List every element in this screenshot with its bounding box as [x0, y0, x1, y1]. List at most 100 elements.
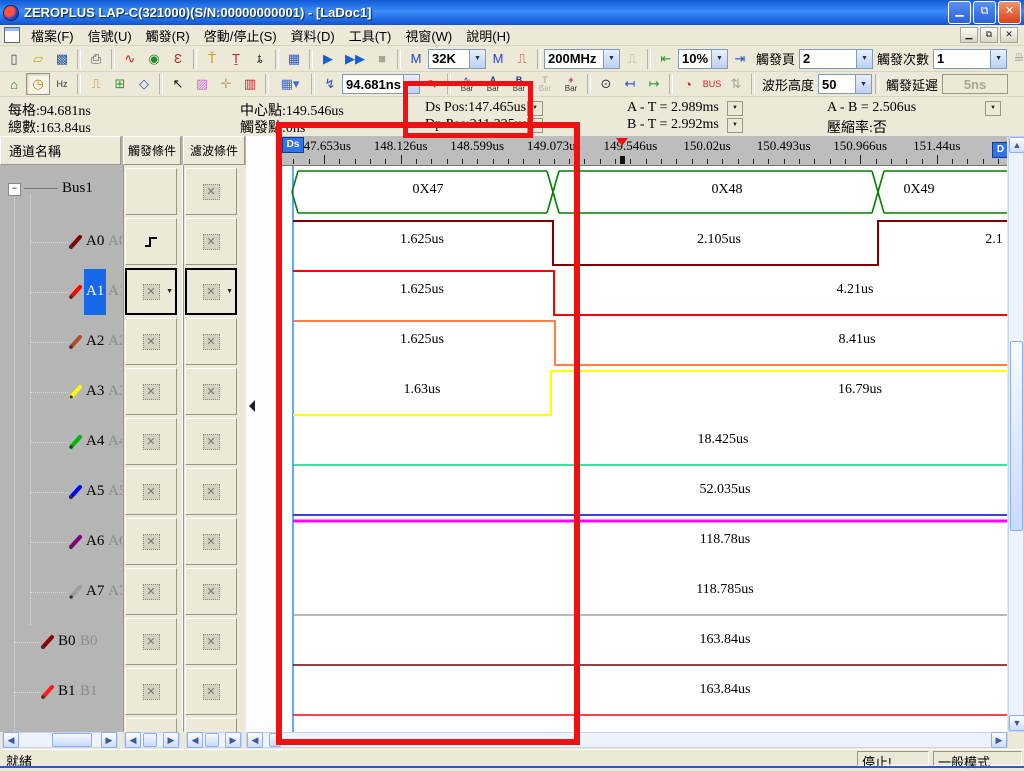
- dp-flag-icon[interactable]: D: [992, 142, 1007, 158]
- scroll-right-icon[interactable]: ▶: [101, 732, 117, 748]
- channel-row-bus1[interactable]: − Bus1: [0, 167, 122, 217]
- trigger-count-combo[interactable]: 1▼: [933, 49, 1007, 69]
- zoom-tool-button[interactable]: ↯: [318, 73, 342, 95]
- trigger-condition-cell-a2[interactable]: ✕: [125, 318, 177, 365]
- channel-row-a3[interactable]: A3A3: [0, 367, 122, 417]
- scroll-left-icon[interactable]: ◀: [187, 732, 203, 748]
- chevron-down-icon[interactable]: ▼: [166, 288, 173, 295]
- compression-button[interactable]: ▦: [282, 48, 306, 70]
- home-button[interactable]: ⌂: [2, 73, 26, 95]
- close-button[interactable]: ✕: [998, 1, 1021, 24]
- scroll-up-icon[interactable]: ▲: [1009, 137, 1024, 153]
- trigger-condition-cell-a0[interactable]: [125, 218, 177, 265]
- repeat-run-button[interactable]: ▶▶: [340, 48, 370, 70]
- chevron-down-icon[interactable]: ▼: [990, 50, 1006, 68]
- chevron-down-icon[interactable]: ▼: [856, 50, 872, 68]
- filter-condition-cell-b1[interactable]: ✕: [185, 668, 237, 715]
- filter-condition-cell-extra[interactable]: [185, 718, 237, 732]
- menu-item-0[interactable]: 檔案(F): [24, 24, 81, 47]
- channel-name-label[interactable]: A7: [86, 583, 104, 600]
- menu-item-6[interactable]: 視窗(W): [398, 24, 459, 47]
- navigator-window-button[interactable]: ◇: [132, 73, 156, 95]
- channel-row-a2[interactable]: A2A2: [0, 317, 122, 367]
- a-b-dropdown[interactable]: ▼: [985, 101, 1001, 116]
- square-wave-button[interactable]: ⎍: [510, 48, 534, 70]
- bus-name-label[interactable]: Bus1: [62, 180, 93, 197]
- new-file-button[interactable]: ▯: [2, 48, 26, 70]
- channel-name-label[interactable]: A5: [86, 483, 104, 500]
- channel-row-a4[interactable]: A4A4: [0, 417, 122, 467]
- chevron-down-icon[interactable]: ▼: [226, 288, 233, 295]
- noise-filter-setup-button[interactable]: ◉: [142, 48, 166, 70]
- a-t-dropdown[interactable]: ▼: [727, 101, 743, 116]
- note-cursor-button[interactable]: ▨: [190, 73, 214, 95]
- filter-condition-cell-a6[interactable]: ✕: [185, 518, 237, 565]
- trigger-condition-cell-a3[interactable]: ✕: [125, 368, 177, 415]
- trigger-mark-yellow-button[interactable]: Ť: [200, 48, 224, 70]
- tree-collapse-icon[interactable]: −: [8, 183, 21, 196]
- scroll-right-icon[interactable]: ▶: [225, 732, 241, 748]
- scroll-thumb[interactable]: [205, 733, 219, 747]
- trigger-condition-cell-extra[interactable]: [125, 718, 177, 732]
- time-display-button[interactable]: ◷: [26, 73, 50, 95]
- panel-splitter-gutter[interactable]: [246, 136, 279, 732]
- mdi-restore-button[interactable]: ⧉: [980, 27, 998, 43]
- channel-name-label[interactable]: B1: [58, 683, 76, 700]
- menu-item-3[interactable]: 啓動/停止(S): [197, 24, 284, 47]
- mdi-minimize-button[interactable]: ▁: [960, 27, 978, 43]
- scroll-thumb[interactable]: [143, 733, 157, 747]
- filter-condition-cell-a3[interactable]: ✕: [185, 368, 237, 415]
- scroll-thumb[interactable]: [52, 733, 92, 747]
- memory-page-next-button[interactable]: M: [486, 48, 510, 70]
- menu-item-5[interactable]: 工具(T): [342, 24, 399, 47]
- channel-row-a7[interactable]: A7A7: [0, 567, 122, 617]
- restore-button[interactable]: ⧉: [973, 1, 996, 24]
- goto-next-edge-button[interactable]: ↦: [642, 73, 666, 95]
- channel-name-label[interactable]: A4: [86, 433, 104, 450]
- scroll-down-icon[interactable]: ▼: [1009, 715, 1024, 731]
- trigger-condition-cell-a7[interactable]: ✕: [125, 568, 177, 615]
- open-file-button[interactable]: ▱: [26, 48, 50, 70]
- print-button[interactable]: ⎙: [84, 48, 108, 70]
- goto-previous-edge-button[interactable]: ↤: [618, 73, 642, 95]
- trigger-condition-cell-b1[interactable]: ✕: [125, 668, 177, 715]
- find-button[interactable]: ⊙: [594, 73, 618, 95]
- menu-item-4[interactable]: 資料(D): [284, 24, 342, 47]
- channel-row-a5[interactable]: A5A5: [0, 467, 122, 517]
- add-bar-button[interactable]: +Bar: [558, 73, 584, 95]
- chevron-down-icon[interactable]: ▼: [603, 50, 619, 68]
- save-button[interactable]: ▩: [50, 48, 74, 70]
- trigger-condition-cell-bus1[interactable]: [125, 168, 177, 215]
- trigger-mark-red-button[interactable]: Ṯ: [224, 48, 248, 70]
- trigger-condition-header[interactable]: 觸發條件: [123, 136, 181, 165]
- mdi-close-button[interactable]: ✕: [1000, 27, 1018, 43]
- acquisition-clock-button[interactable]: ◔: [676, 73, 700, 95]
- memory-page-prev-button[interactable]: M: [404, 48, 428, 70]
- sample-depth-combo[interactable]: 32K▼: [428, 49, 486, 69]
- pulse-width-trigger-button[interactable]: Ɛ: [166, 48, 190, 70]
- frequency-display-button[interactable]: Hz: [50, 73, 74, 95]
- scroll-right-icon[interactable]: ▶: [163, 732, 179, 748]
- channel-row-b1[interactable]: B1B1: [0, 667, 122, 717]
- menu-item-1[interactable]: 信號(U): [81, 24, 139, 47]
- waveform-window-button[interactable]: ⎍: [84, 73, 108, 95]
- listing-window-button[interactable]: ⊞: [108, 73, 132, 95]
- filter-condition-cell-a1[interactable]: ▼✕: [185, 268, 237, 315]
- channel-row-b0[interactable]: B0B0: [0, 617, 122, 667]
- channel-name-label[interactable]: A2: [86, 333, 104, 350]
- sampling-setup-button[interactable]: ∿: [118, 48, 142, 70]
- filter-column-scrollbar[interactable]: ◀ ▶: [186, 732, 242, 748]
- channel-name-label[interactable]: A6: [86, 533, 104, 550]
- bar-statistics-button[interactable]: ▥: [238, 73, 262, 95]
- channel-row-a0[interactable]: A0A0: [0, 217, 122, 267]
- filter-condition-cell-a0[interactable]: ✕: [185, 218, 237, 265]
- trigger-condition-cell-a4[interactable]: ✕: [125, 418, 177, 465]
- chevron-down-icon[interactable]: ▼: [711, 50, 727, 68]
- scroll-right-icon[interactable]: ▶: [991, 732, 1007, 748]
- trigger-page-combo[interactable]: 2▼: [799, 49, 873, 69]
- select-cursor-button[interactable]: ↖: [166, 73, 190, 95]
- trigger-pos-left-button[interactable]: ⇤: [654, 48, 678, 70]
- channel-name-label[interactable]: A1: [86, 283, 104, 300]
- trigger-condition-cell-b0[interactable]: ✕: [125, 618, 177, 665]
- trigger-pos-right-button[interactable]: ⇥: [728, 48, 752, 70]
